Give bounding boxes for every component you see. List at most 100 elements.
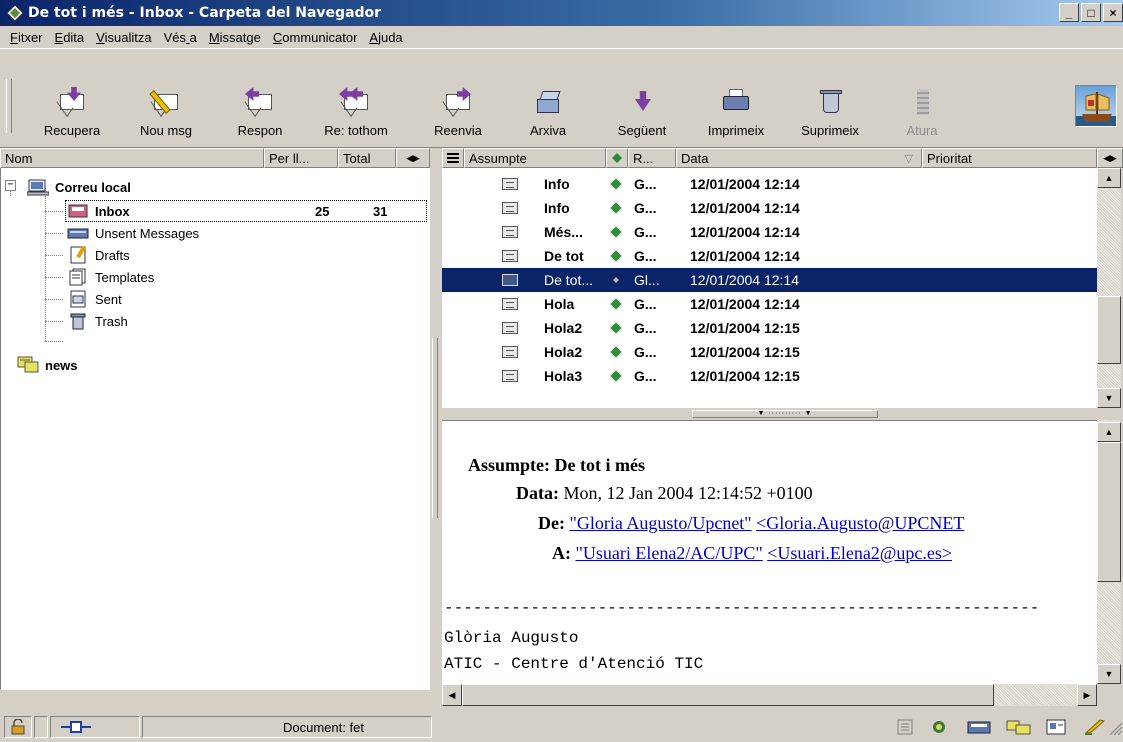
message-row[interactable]: De tot G... 12/01/2004 12:14 bbox=[442, 244, 1097, 268]
column-data[interactable]: Data ▽ bbox=[676, 148, 922, 168]
message-list-scrollbar[interactable]: ▲ ▼ bbox=[1097, 168, 1121, 408]
reply-button[interactable]: Respon bbox=[212, 85, 308, 145]
read-status-icon[interactable] bbox=[610, 370, 622, 382]
component-address-book-icon[interactable] bbox=[1046, 719, 1066, 735]
read-status-icon[interactable] bbox=[613, 277, 619, 283]
menu-visualitza[interactable]: Visualitza bbox=[90, 30, 157, 45]
message-row[interactable]: Hola3 G... 12/01/2004 12:15 bbox=[442, 364, 1097, 388]
menu-fitxer[interactable]: Fitxer bbox=[4, 30, 49, 45]
resize-grip-icon[interactable] bbox=[1106, 719, 1123, 736]
folder-news[interactable]: news bbox=[17, 354, 78, 376]
read-status-icon[interactable] bbox=[610, 346, 622, 358]
folder-label: Templates bbox=[95, 269, 155, 285]
stop-button[interactable]: Atura bbox=[874, 85, 970, 145]
column-read-icon[interactable] bbox=[606, 148, 628, 168]
scroll-thumb[interactable] bbox=[1097, 296, 1121, 364]
folder-label: Drafts bbox=[95, 247, 130, 263]
new-message-button[interactable]: Nou msg bbox=[118, 85, 214, 145]
scroll-right-button[interactable]: ▶ bbox=[1077, 684, 1097, 706]
read-status-icon[interactable] bbox=[610, 202, 622, 214]
folder-inbox[interactable]: Inbox 25 31 bbox=[67, 200, 427, 222]
component-composer-icon[interactable] bbox=[930, 719, 948, 735]
message-date: 12/01/2004 12:14 bbox=[690, 248, 800, 264]
to-label: A: bbox=[552, 543, 571, 563]
menu-ajuda[interactable]: Ajuda bbox=[363, 30, 408, 45]
column-prioritat[interactable]: Prioritat bbox=[922, 148, 1097, 168]
security-lock-icon[interactable] bbox=[4, 716, 32, 738]
minimize-button[interactable]: _ bbox=[1059, 3, 1079, 22]
message-row[interactable]: Info G... 12/01/2004 12:14 bbox=[442, 196, 1097, 220]
reply-all-button[interactable]: Re: tothom bbox=[308, 85, 404, 145]
message-row[interactable]: Hola G... 12/01/2004 12:14 bbox=[442, 292, 1097, 316]
folder-unsent-messages[interactable]: Unsent Messages bbox=[67, 222, 199, 244]
sent-icon bbox=[67, 290, 89, 308]
column-picker-icon[interactable] bbox=[442, 148, 464, 168]
scroll-up-button[interactable]: ▲ bbox=[1097, 422, 1121, 442]
column-assumpte[interactable]: Assumpte bbox=[464, 148, 606, 168]
close-button[interactable]: × bbox=[1103, 3, 1123, 22]
collapse-correu-local-toggle[interactable]: − bbox=[5, 180, 16, 191]
scroll-left-button[interactable]: ◀ bbox=[442, 684, 462, 706]
preview-scrollbar[interactable]: ▲ ▼ bbox=[1097, 420, 1121, 684]
column-scroll-arrows[interactable]: ◀▶ bbox=[396, 148, 430, 168]
menu-ves-a[interactable]: Vés a bbox=[158, 30, 203, 45]
to-name-link[interactable]: "Usuari Elena2/AC/UPC" bbox=[576, 543, 763, 563]
column-remitent[interactable]: R... bbox=[628, 148, 676, 168]
netscape-logo[interactable] bbox=[1075, 85, 1117, 127]
pane-splitter[interactable] bbox=[430, 148, 442, 690]
reply-label: Respon bbox=[237, 123, 283, 138]
message-row[interactable]: Hola2 G... 12/01/2004 12:15 bbox=[442, 340, 1097, 364]
column-scroll-arrows[interactable]: ◀▶ bbox=[1097, 148, 1123, 168]
read-status-icon[interactable] bbox=[610, 298, 622, 310]
component-navigator-icon[interactable] bbox=[896, 719, 914, 735]
scroll-thumb[interactable] bbox=[1097, 442, 1121, 582]
column-per-llegir[interactable]: Per ll... bbox=[264, 148, 338, 168]
print-icon bbox=[721, 87, 751, 117]
message-row-selected[interactable]: De tot... Gl... 12/01/2004 12:14 bbox=[442, 268, 1097, 292]
folder-templates[interactable]: Templates bbox=[67, 266, 154, 288]
get-mail-icon bbox=[57, 87, 87, 117]
column-total[interactable]: Total bbox=[338, 148, 396, 168]
scroll-up-button[interactable]: ▲ bbox=[1097, 168, 1121, 188]
horizontal-scroll-thumb[interactable] bbox=[462, 684, 994, 706]
file-button[interactable]: Arxiva bbox=[500, 85, 596, 145]
print-button[interactable]: Imprimeix bbox=[688, 85, 784, 145]
to-email-link[interactable]: <Usuari.Elena2@upc.es> bbox=[767, 543, 952, 563]
menu-edita[interactable]: Edita bbox=[49, 30, 91, 45]
online-status-icon[interactable] bbox=[50, 716, 140, 738]
component-discussion-icon[interactable] bbox=[1006, 719, 1034, 735]
scroll-down-button[interactable]: ▼ bbox=[1097, 388, 1121, 408]
preview-horizontal-scrollbar[interactable]: ◀ ▶ bbox=[442, 684, 1097, 706]
toolbar-grip[interactable] bbox=[6, 79, 12, 133]
delete-label: Suprimeix bbox=[801, 123, 859, 138]
preview-splitter[interactable]: ▼ ·········· ▼ bbox=[442, 408, 1123, 420]
folder-correu-local[interactable]: Correu local bbox=[26, 176, 131, 198]
next-button[interactable]: Següent bbox=[594, 85, 690, 145]
navigator-app-icon[interactable] bbox=[6, 4, 24, 22]
folder-trash[interactable]: Trash bbox=[67, 310, 128, 332]
scroll-down-button[interactable]: ▼ bbox=[1097, 664, 1121, 684]
component-inbox-icon[interactable] bbox=[966, 719, 994, 735]
component-composer-pen-icon[interactable] bbox=[1084, 719, 1106, 735]
message-row[interactable]: Més... G... 12/01/2004 12:14 bbox=[442, 220, 1097, 244]
from-email-link[interactable]: <Gloria.Augusto@UPCNET bbox=[756, 513, 964, 533]
forward-button[interactable]: Reenvia bbox=[410, 85, 506, 145]
read-status-icon[interactable] bbox=[610, 178, 622, 190]
get-mail-button[interactable]: Recupera bbox=[24, 85, 120, 145]
collapse-preview-toggle[interactable]: ▼ ·········· ▼ bbox=[692, 410, 878, 418]
message-row[interactable]: Hola2 G... 12/01/2004 12:15 bbox=[442, 316, 1097, 340]
menu-missatge[interactable]: Missatge bbox=[203, 30, 267, 45]
read-status-icon[interactable] bbox=[610, 226, 622, 238]
maximize-button[interactable]: □ bbox=[1081, 3, 1101, 22]
menu-communicator[interactable]: Communicator bbox=[267, 30, 364, 45]
folder-sent[interactable]: Sent bbox=[67, 288, 122, 310]
read-status-icon[interactable] bbox=[610, 250, 622, 262]
delete-button[interactable]: Suprimeix bbox=[782, 85, 878, 145]
splitter-grip[interactable] bbox=[432, 338, 438, 518]
body-line: ATIC - Centre d'Atenció TIC bbox=[444, 655, 704, 673]
from-name-link[interactable]: "Gloria Augusto/Upcnet" bbox=[569, 513, 751, 533]
read-status-icon[interactable] bbox=[610, 322, 622, 334]
column-nom[interactable]: Nom bbox=[0, 148, 264, 168]
folder-drafts[interactable]: Drafts bbox=[67, 244, 130, 266]
message-row[interactable]: Info G... 12/01/2004 12:14 bbox=[442, 172, 1097, 196]
